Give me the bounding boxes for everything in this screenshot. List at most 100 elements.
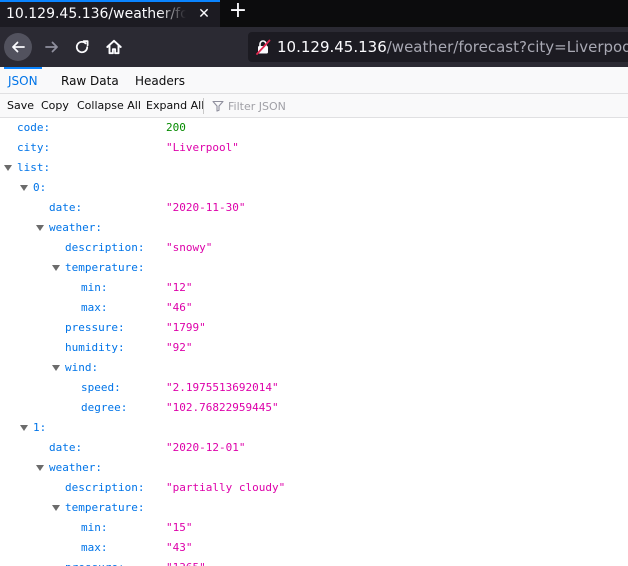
json-row[interactable]: city: "Liverpool" (0, 138, 628, 158)
json-value: "partially cloudy" (166, 481, 286, 494)
json-row[interactable]: pressure: "1799" (0, 318, 628, 338)
json-value: "43" (166, 541, 193, 554)
json-value: "15" (166, 521, 193, 534)
filter-json-input[interactable] (228, 97, 608, 115)
json-value: "102.76822959445" (166, 401, 279, 414)
json-value: "12" (166, 281, 193, 294)
json-row[interactable]: date: "2020-12-01" (0, 438, 628, 458)
json-key: min: (81, 521, 108, 534)
json-value: "snowy" (166, 241, 213, 254)
json-key: description: (65, 481, 145, 494)
json-key: temperature: (65, 501, 145, 514)
copy-button[interactable]: Copy (41, 94, 69, 118)
json-key: weather: (49, 461, 102, 474)
json-row[interactable]: pressure: "1365" (0, 558, 628, 566)
json-row[interactable]: temperature: (0, 258, 628, 278)
json-row[interactable]: temperature: (0, 498, 628, 518)
json-row[interactable]: wind: (0, 358, 628, 378)
json-row[interactable]: 1: (0, 418, 628, 438)
json-value: "92" (166, 341, 193, 354)
collapse-all-button[interactable]: Collapse All (77, 94, 141, 118)
home-button[interactable] (100, 33, 128, 61)
json-value: "2.1975513692014" (166, 381, 279, 394)
json-key: degree: (81, 401, 128, 414)
json-row[interactable]: date: "2020-11-30" (0, 198, 628, 218)
tab-title: 10.129.45.136/weather/forecast?city=Live… (6, 6, 186, 22)
json-key: max: (81, 301, 108, 314)
json-row[interactable]: code: 200 (0, 118, 628, 138)
json-row[interactable]: list: (0, 158, 628, 178)
json-row[interactable]: min: "12" (0, 278, 628, 298)
address-bar[interactable]: 10.129.45.136/weather/forecast?city=Live… (248, 32, 628, 62)
insecure-lock-icon[interactable] (255, 39, 271, 55)
json-value: "2020-12-01" (166, 441, 246, 454)
expand-toggle-icon[interactable] (36, 225, 44, 231)
tab-headers[interactable]: Headers (135, 67, 185, 94)
json-value: "1365" (166, 561, 206, 566)
json-key: wind: (65, 361, 99, 374)
expand-toggle-icon[interactable] (4, 165, 12, 171)
new-tab-button[interactable]: + (228, 0, 248, 24)
json-key: weather: (49, 221, 102, 234)
json-row[interactable]: degree: "102.76822959445" (0, 398, 628, 418)
json-value: "Liverpool" (166, 141, 239, 154)
back-button[interactable] (4, 33, 32, 61)
json-key: description: (65, 241, 145, 254)
json-key: pressure: (65, 321, 125, 334)
json-tree: code: 200 city: "Liverpool" list: 0: date: "202… (0, 118, 628, 566)
json-row[interactable]: max: "46" (0, 298, 628, 318)
json-row[interactable]: min: "15" (0, 518, 628, 538)
json-key: code: (17, 121, 51, 134)
toolbar-divider (203, 98, 204, 114)
json-row[interactable]: humidity: "92" (0, 338, 628, 358)
url-host: 10.129.45.136 (277, 38, 387, 56)
json-row[interactable]: weather: (0, 218, 628, 238)
filter-icon (212, 100, 224, 112)
reload-icon (75, 40, 89, 54)
json-row[interactable]: description: "partially cloudy" (0, 478, 628, 498)
tab-raw-data[interactable]: Raw Data (61, 67, 119, 94)
tab-json[interactable]: JSON (4, 67, 42, 94)
expand-all-button[interactable]: Expand All (146, 94, 204, 118)
arrow-right-icon (45, 41, 58, 53)
json-row[interactable]: max: "43" (0, 538, 628, 558)
expand-toggle-icon[interactable] (52, 505, 60, 511)
arrow-left-icon (12, 41, 25, 53)
url-text: 10.129.45.136/weather/forecast?city=Live… (277, 37, 628, 57)
expand-toggle-icon[interactable] (52, 365, 60, 371)
json-value: "46" (166, 301, 193, 314)
json-row[interactable]: speed: "2.1975513692014" (0, 378, 628, 398)
json-viewer-tabs: JSON Raw Data Headers (0, 67, 628, 94)
json-key: speed: (81, 381, 121, 394)
expand-toggle-icon[interactable] (36, 465, 44, 471)
tab-strip: 10.129.45.136/weather/forecast?city=Live… (0, 0, 628, 27)
json-row[interactable]: description: "snowy" (0, 238, 628, 258)
expand-toggle-icon[interactable] (52, 265, 60, 271)
json-key: city: (17, 141, 51, 154)
json-row[interactable]: 0: (0, 178, 628, 198)
json-key: max: (81, 541, 108, 554)
json-value: "1799" (166, 321, 206, 334)
json-toolbar: Save Copy Collapse All Expand All (0, 94, 628, 118)
json-key: min: (81, 281, 108, 294)
expand-toggle-icon[interactable] (20, 185, 28, 191)
json-key: temperature: (65, 261, 145, 274)
reload-button[interactable] (68, 33, 96, 61)
json-value: 200 (166, 121, 186, 134)
json-key: 1: (33, 421, 47, 434)
save-button[interactable]: Save (7, 94, 34, 118)
forward-button[interactable] (38, 33, 66, 61)
json-key: humidity: (65, 341, 125, 354)
home-icon (106, 39, 122, 55)
navigation-toolbar: 10.129.45.136/weather/forecast?city=Live… (0, 27, 628, 67)
url-path: /weather/forecast?city=Liverpool (386, 38, 628, 56)
json-row[interactable]: weather: (0, 458, 628, 478)
json-value: "2020-11-30" (166, 201, 246, 214)
json-key: pressure: (65, 561, 125, 566)
json-key: date: (49, 201, 83, 214)
browser-tab[interactable]: 10.129.45.136/weather/forecast?city=Live… (0, 0, 220, 27)
json-key: date: (49, 441, 83, 454)
close-tab-icon[interactable]: ✕ (196, 5, 212, 23)
expand-toggle-icon[interactable] (20, 425, 28, 431)
json-key: 0: (33, 181, 47, 194)
